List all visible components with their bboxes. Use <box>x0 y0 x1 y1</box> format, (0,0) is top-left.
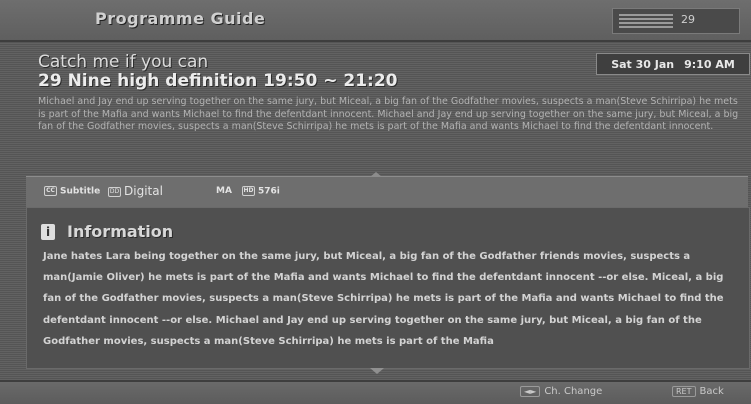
back-button[interactable]: RET Back <box>672 386 724 397</box>
signal-indicator: 29 <box>612 8 740 34</box>
info-icon: i <box>41 224 55 240</box>
page-title: Programme Guide <box>95 9 266 28</box>
subtitle-label: Subtitle <box>60 186 101 197</box>
arrow-keys-icon: ◄► <box>520 386 541 397</box>
resolution-feature: HD 576i <box>242 186 280 197</box>
information-body: Jane hates Lara being together on the sa… <box>43 251 724 347</box>
return-key-icon: RET <box>672 386 696 397</box>
current-datetime: Sat 30 Jan 9:10 AM <box>596 53 750 75</box>
signal-value: 29 <box>681 13 695 26</box>
information-panel[interactable]: i Information Jane hates Lara being toge… <box>26 207 750 369</box>
rating-label: MA <box>216 186 232 196</box>
subtitle-icon: CC <box>44 186 57 196</box>
current-date: Sat 30 Jan <box>611 57 675 71</box>
dolby-digital-icon: DD <box>108 186 121 197</box>
channel-change-button[interactable]: ◄► Ch. Change <box>520 386 602 397</box>
information-title: Information <box>67 222 174 241</box>
hd-icon: HD <box>242 186 255 196</box>
channel-change-label: Ch. Change <box>544 386 603 397</box>
signal-bars-icon <box>619 14 673 28</box>
feature-bar: CC Subtitle DD Digital MA HD 576i <box>26 176 748 208</box>
current-time: 9:10 AM <box>684 57 735 71</box>
chevron-down-icon[interactable] <box>370 368 384 374</box>
resolution-label: 576i <box>258 186 280 197</box>
programme-channel-time: 29 Nine high definition 19:50 ~ 21:20 <box>38 71 398 91</box>
programme-synopsis: Michael and Jay end up serving together … <box>38 96 739 132</box>
header-bar: Programme Guide 29 <box>0 0 751 42</box>
programme-title: Catch me if you can <box>38 52 209 72</box>
footer-bar: ◄► Ch. Change RET Back <box>0 380 751 404</box>
subtitle-feature: CC Subtitle <box>44 186 100 197</box>
digital-label: Digital <box>124 184 163 198</box>
back-label: Back <box>699 386 724 397</box>
digital-feature: DD Digital <box>108 184 163 198</box>
